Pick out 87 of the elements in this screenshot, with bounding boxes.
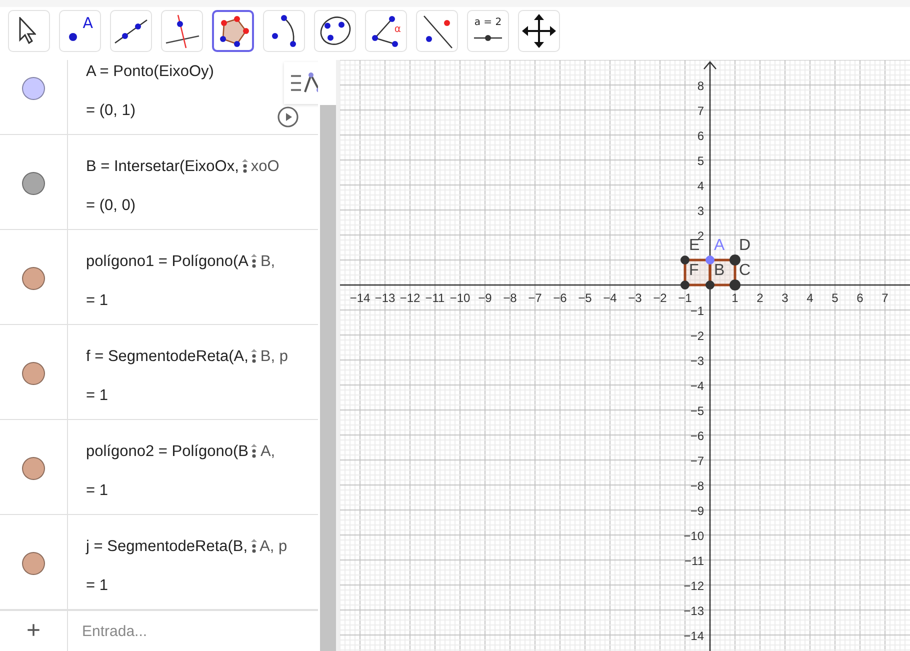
value-text: = 1: [86, 482, 109, 500]
tick-label: −14: [684, 629, 704, 643]
tick-label: −13: [374, 291, 396, 305]
visibility-toggle[interactable]: [22, 457, 45, 480]
visibility-toggle[interactable]: [22, 267, 45, 290]
definition-text: polígono2 = Polígono(B A,: [86, 442, 276, 462]
tick-label: −11: [684, 554, 704, 568]
angle-icon: [371, 15, 399, 48]
tick-label: 6: [697, 129, 704, 143]
definition-text: B = Intersetar(EixoOx, xoO: [86, 157, 280, 177]
tick-label: −13: [684, 604, 704, 618]
handle-icon: [249, 348, 260, 366]
tick-label: −10: [450, 291, 470, 305]
tool-button[interactable]: a = 2: [467, 10, 509, 52]
definition-text: j = SegmentodeReta(B, A, p: [86, 537, 288, 557]
value-text: = 1: [86, 292, 109, 310]
tick-label: −3: [628, 291, 642, 305]
perpendicular-icon: [165, 14, 200, 49]
tick-label: −14: [350, 291, 370, 305]
definition-text: polígono1 = Polígono(A B,: [86, 252, 276, 272]
tick-label: −7: [690, 454, 704, 468]
tick-label: 7: [882, 291, 888, 305]
visibility-toggle[interactable]: [22, 362, 45, 385]
handle-icon: [248, 538, 259, 556]
tick-label: 7: [697, 104, 704, 118]
tick-label: −12: [684, 579, 704, 593]
tick-label: −8: [503, 291, 517, 305]
play-icon[interactable]: [277, 106, 300, 128]
tick-label: −3: [690, 354, 704, 368]
tool-button[interactable]: A: [59, 10, 101, 52]
point-label: C: [739, 262, 751, 279]
slider-icon: [473, 34, 503, 42]
tick-label: 5: [832, 291, 838, 305]
tick-label: 8: [697, 79, 704, 93]
tick-label: 6: [856, 291, 864, 305]
point-line-icon: [423, 15, 453, 49]
tick-label: 2: [756, 291, 764, 305]
polygon-icon: [219, 15, 250, 48]
tick-label: −4: [603, 291, 617, 305]
tick-label: −5: [690, 404, 704, 418]
visibility-toggle[interactable]: [22, 77, 45, 100]
handle-icon: [249, 253, 260, 271]
tick-label: 3: [697, 204, 704, 218]
tool-button[interactable]: α: [365, 10, 407, 52]
point-label: A: [714, 237, 725, 254]
tick-label: −2: [690, 329, 704, 343]
tick-label: −10: [684, 529, 704, 543]
tick-label: −7: [528, 291, 542, 305]
value-text: = 1: [86, 577, 109, 595]
tick-label: 2: [697, 229, 704, 243]
point-icon: [68, 32, 78, 42]
tick-label: −4: [690, 379, 704, 393]
visibility-toggle[interactable]: [22, 172, 45, 195]
point-label: B: [714, 262, 725, 279]
tick-label: 5: [697, 154, 704, 168]
tool-button[interactable]: [212, 10, 254, 52]
tick-label: −9: [478, 291, 492, 305]
tick-label: 1: [732, 291, 738, 305]
value-text: = 1: [86, 387, 109, 405]
add-button[interactable]: +: [26, 617, 40, 645]
handle-icon: [240, 158, 250, 176]
tick-label: −6: [690, 429, 704, 443]
tick-label: 4: [806, 291, 814, 305]
definition-text: A = Ponto(EixoOy): [86, 62, 214, 82]
move-icon: [521, 13, 557, 49]
tick-label: −9: [690, 504, 704, 518]
definition-text: f = SegmentodeReta(A, B, p: [86, 347, 288, 367]
scrollbar[interactable]: [318, 105, 336, 651]
point-label: D: [739, 237, 751, 254]
tick-label: −1: [678, 291, 692, 305]
tick-label: −5: [578, 291, 592, 305]
handle-icon: [249, 443, 260, 461]
value-text: = (0, 0): [86, 197, 137, 215]
tick-label: −8: [690, 479, 704, 493]
tick-label: −2: [653, 291, 667, 305]
tick-label: −12: [400, 291, 420, 305]
point-label: F: [689, 262, 699, 279]
line-icon: [114, 19, 148, 44]
arc-icon: [271, 14, 297, 48]
cursor-icon: [19, 17, 36, 44]
tick-label: 4: [697, 179, 704, 193]
tick-label: −6: [553, 291, 567, 305]
value-text: = (0, 1): [86, 102, 137, 120]
tick-label: −11: [425, 291, 445, 305]
tick-label: −1: [690, 304, 704, 318]
tick-label: 3: [782, 291, 788, 305]
visibility-toggle[interactable]: [22, 552, 45, 575]
